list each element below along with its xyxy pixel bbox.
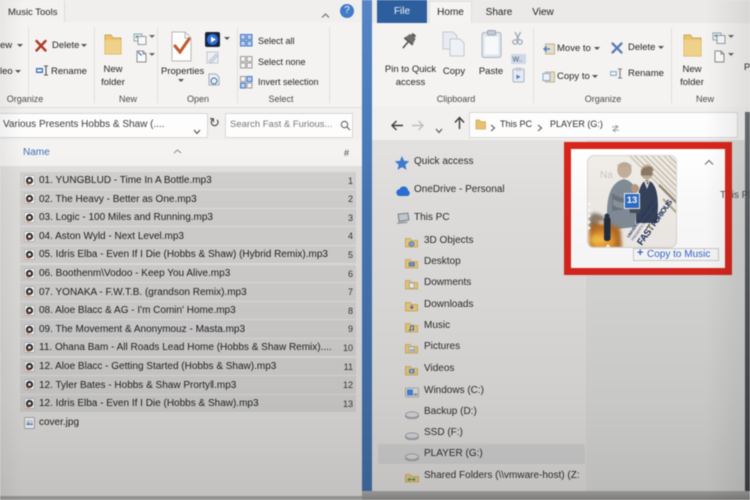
svg-text:W..: W.. [513,57,523,64]
